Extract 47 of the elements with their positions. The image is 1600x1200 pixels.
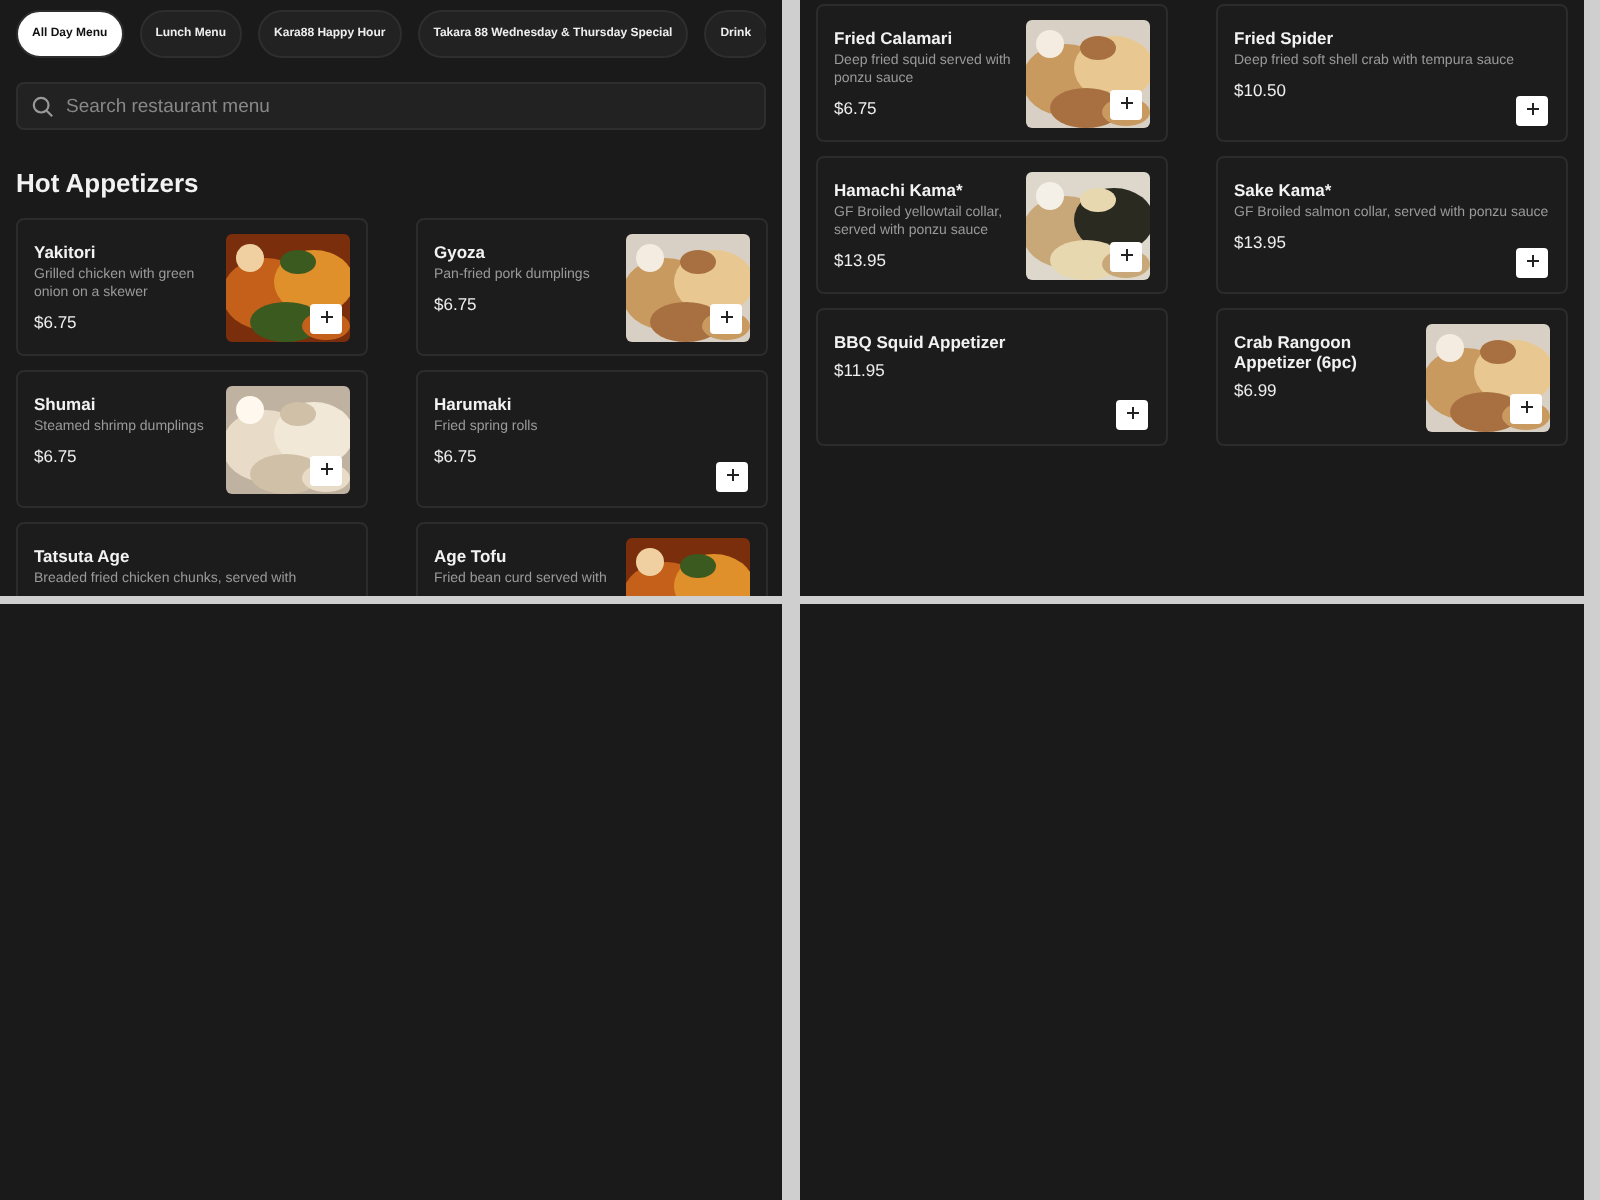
plus-icon	[1519, 400, 1533, 414]
plus-icon	[1119, 96, 1133, 110]
add-button[interactable]	[310, 456, 342, 486]
add-button[interactable]	[716, 462, 748, 492]
add-button[interactable]	[710, 304, 742, 334]
add-button[interactable]	[1516, 248, 1548, 278]
item-price: $6.75	[434, 445, 479, 466]
menu-item-card[interactable]: Crab Rangoon Appetizer (6pc) $6.99	[1216, 308, 1568, 446]
item-name: BBQ Squid Appetizer	[834, 332, 1008, 353]
item-name: Shumai	[34, 394, 98, 415]
item-price: $6.75	[34, 445, 79, 466]
search-icon	[32, 96, 54, 118]
plus-icon	[1119, 248, 1133, 262]
section-heading: Hot Appetizers	[16, 168, 201, 198]
add-button[interactable]	[1116, 400, 1148, 430]
item-price: $6.75	[834, 97, 879, 118]
item-price: $6.99	[1234, 380, 1279, 401]
plus-icon	[319, 462, 333, 476]
item-price: $13.95	[834, 249, 888, 270]
plus-icon	[725, 468, 739, 482]
item-name: Harumaki	[434, 394, 514, 415]
item-name: Crab Rangoon Appetizer (6pc)	[1234, 332, 1359, 373]
item-name: Yakitori	[34, 242, 98, 263]
plus-icon	[1525, 102, 1539, 116]
item-name: Fried Spider	[1234, 28, 1336, 49]
plus-icon	[1125, 406, 1139, 420]
item-price: $10.50	[1234, 79, 1288, 100]
item-price: $6.75	[434, 293, 479, 314]
item-name: Gyoza	[434, 242, 488, 263]
item-name: Age Tofu	[434, 546, 509, 567]
add-button[interactable]	[1516, 96, 1548, 126]
menu-item-card[interactable]: BBQ Squid Appetizer $11.95	[816, 308, 1168, 446]
item-price: $11.95	[834, 360, 887, 381]
search-field[interactable]: Search restaurant menu	[16, 82, 766, 130]
item-name: Sake Kama*	[1234, 180, 1334, 201]
item-name: Fried Calamari	[834, 28, 955, 49]
add-button[interactable]	[1110, 242, 1142, 272]
plus-icon	[719, 310, 733, 324]
plus-icon	[319, 310, 333, 324]
item-price: $13.95	[1234, 231, 1288, 252]
item-name: Tatsuta Age	[34, 546, 132, 567]
item-price: $6.75	[34, 311, 79, 332]
add-button[interactable]	[1510, 394, 1542, 424]
add-button[interactable]	[310, 304, 342, 334]
plus-icon	[1525, 254, 1539, 268]
add-button[interactable]	[1110, 90, 1142, 120]
item-name: Hamachi Kama*	[834, 180, 965, 201]
